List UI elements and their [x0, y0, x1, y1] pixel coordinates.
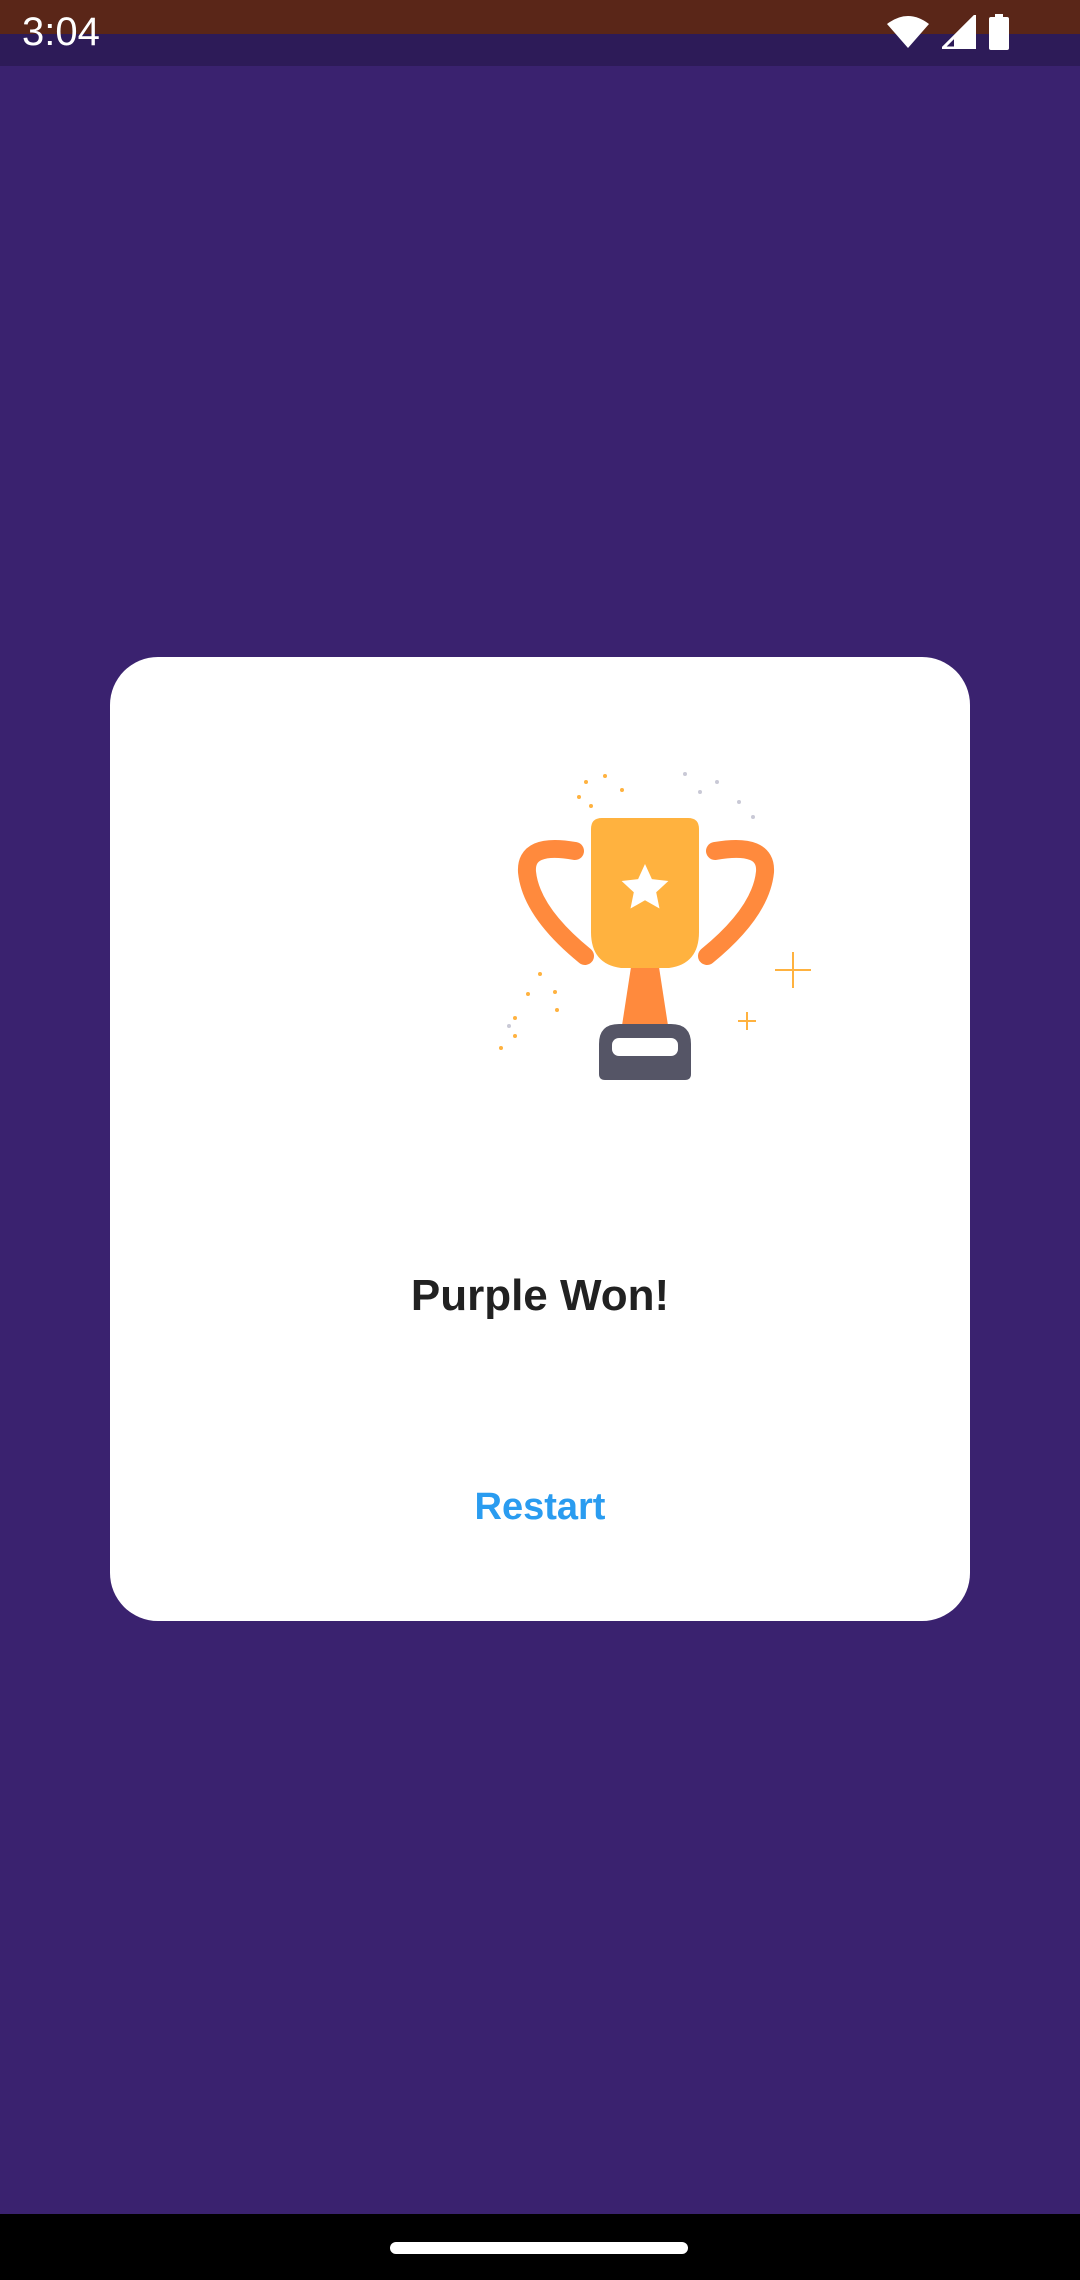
status-icons [886, 14, 1010, 50]
navigation-bar [0, 2214, 1080, 2280]
winner-title: Purple Won! [410, 1271, 670, 1320]
game-over-dialog: Purple Won! Restart [110, 657, 970, 1621]
wifi-icon [886, 15, 930, 49]
battery-icon [988, 14, 1010, 50]
trophy-icon [485, 762, 825, 1102]
home-handle[interactable] [390, 2242, 688, 2254]
status-time: 3:04 [22, 10, 100, 54]
cellular-signal-icon [942, 15, 976, 49]
restart-button[interactable]: Restart [440, 1457, 640, 1557]
